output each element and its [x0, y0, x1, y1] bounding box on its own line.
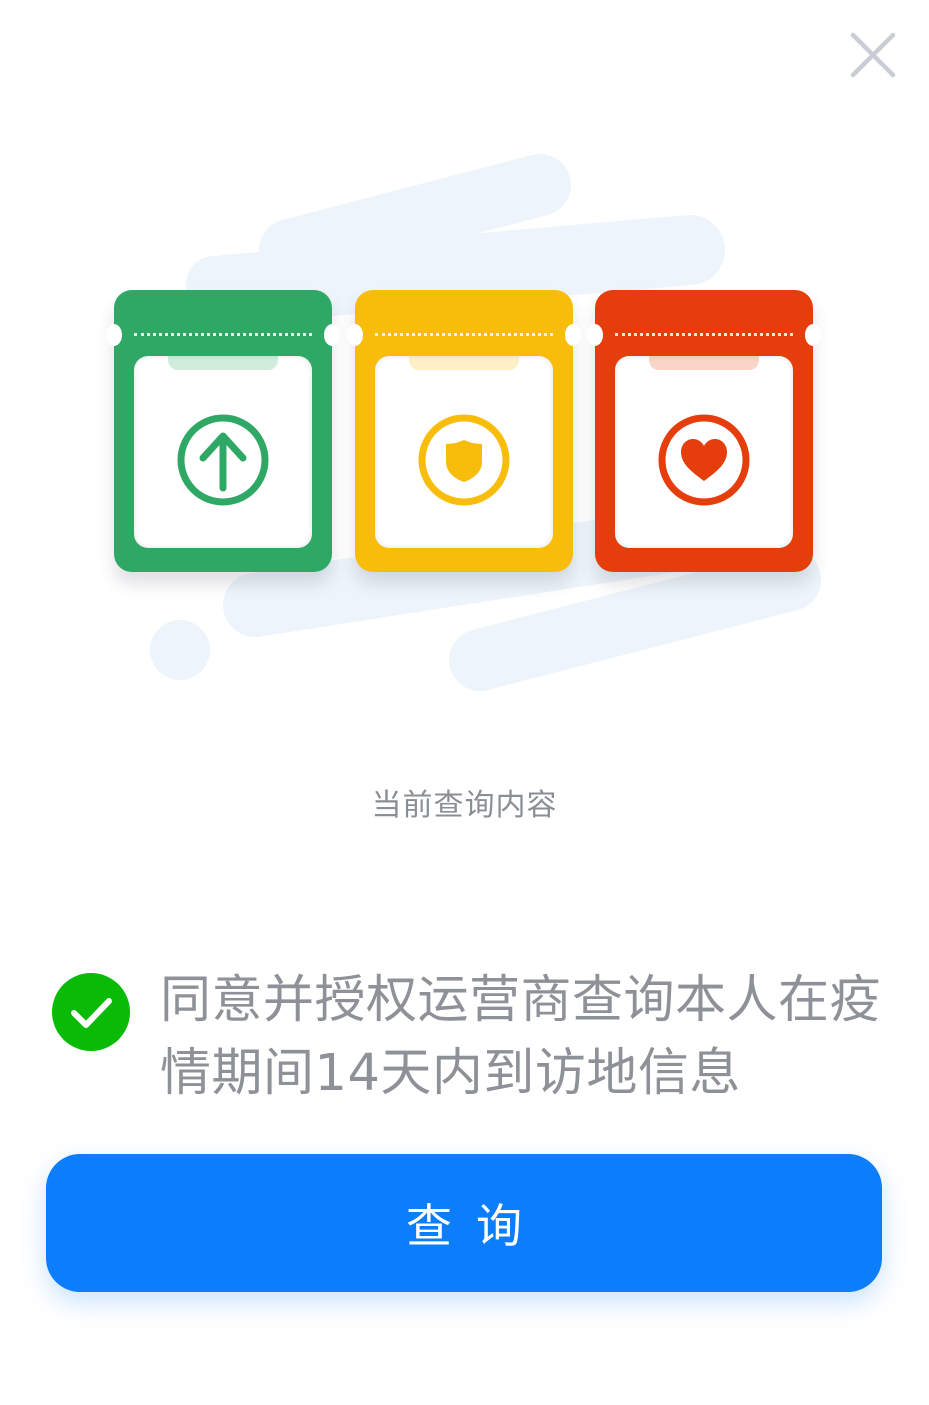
card-window: [134, 356, 312, 548]
check-circle-icon[interactable]: [52, 973, 130, 1051]
red-code-card: [587, 290, 821, 572]
green-code-card: [106, 290, 340, 572]
heart-icon: [658, 414, 750, 506]
yellow-code-card: [347, 290, 581, 572]
card-window: [615, 356, 793, 548]
card-window: [375, 356, 553, 548]
health-code-illustration: [0, 140, 929, 720]
query-content-caption: 当前查询内容: [371, 788, 558, 823]
arrow-up-icon: [177, 414, 269, 506]
query-button[interactable]: 查询: [46, 1154, 882, 1292]
close-icon[interactable]: [846, 28, 900, 82]
shield-icon: [418, 414, 510, 506]
agreement-text: 同意并授权运营商查询本人在疫情期间14天内到访地信息: [160, 971, 882, 1103]
